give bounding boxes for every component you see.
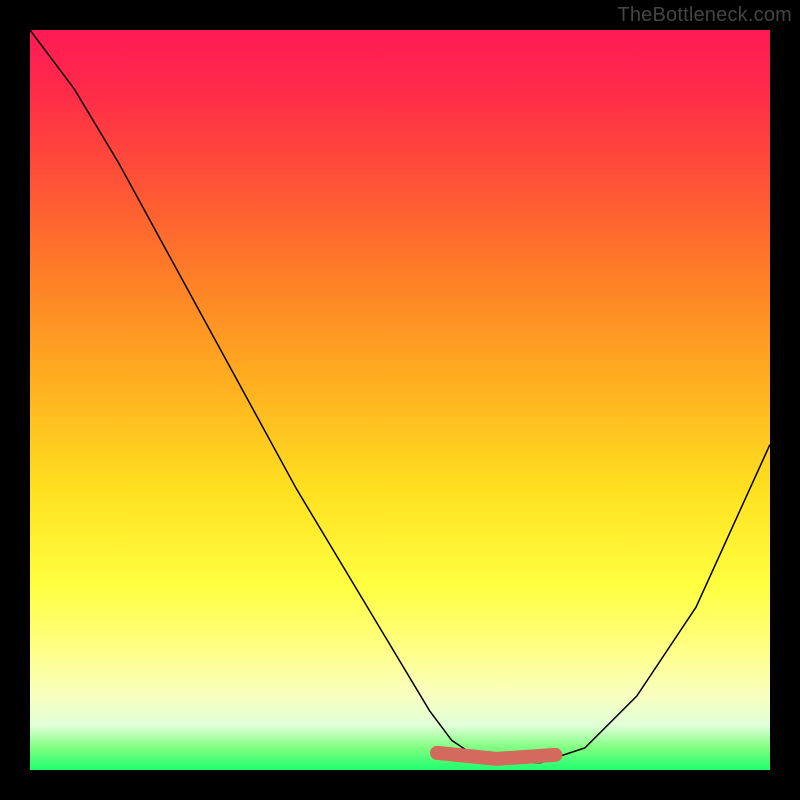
plot-svg <box>30 30 770 770</box>
bottleneck-curve <box>30 30 770 763</box>
chart-stage: TheBottleneck.com <box>0 0 800 800</box>
plot-area <box>30 30 770 770</box>
watermark-text: TheBottleneck.com <box>617 4 792 27</box>
highlight-band <box>437 753 555 759</box>
